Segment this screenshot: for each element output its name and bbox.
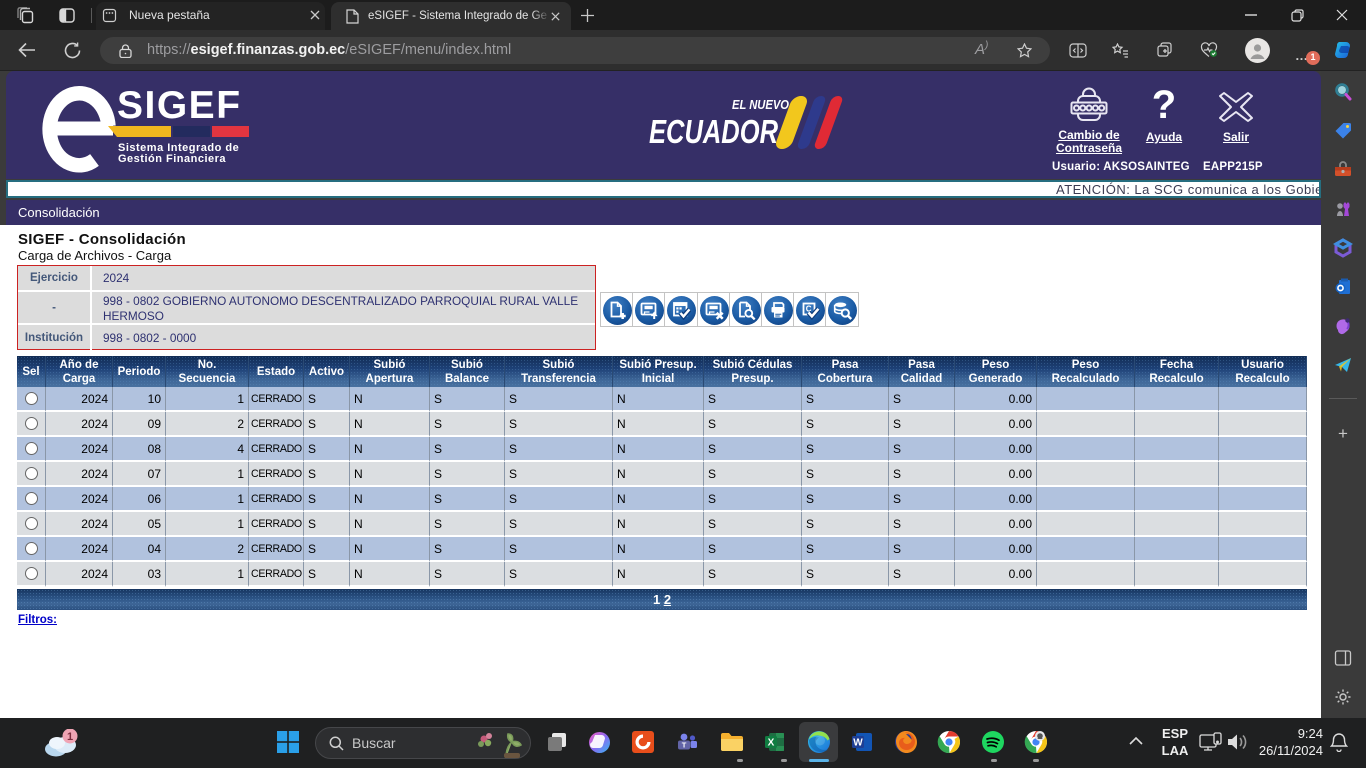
svg-text:EL NUEVO: EL NUEVO [732, 97, 789, 112]
svg-text:ECUADOR: ECUADOR [649, 113, 778, 150]
svg-text:Gestión Financiera: Gestión Financiera [118, 153, 226, 165]
svg-text:X: X [768, 738, 775, 749]
svg-text:SIGEF: SIGEF [117, 84, 242, 127]
svg-text:W: W [853, 738, 863, 749]
svg-text:T: T [682, 741, 687, 750]
svg-text:1: 1 [67, 731, 73, 743]
